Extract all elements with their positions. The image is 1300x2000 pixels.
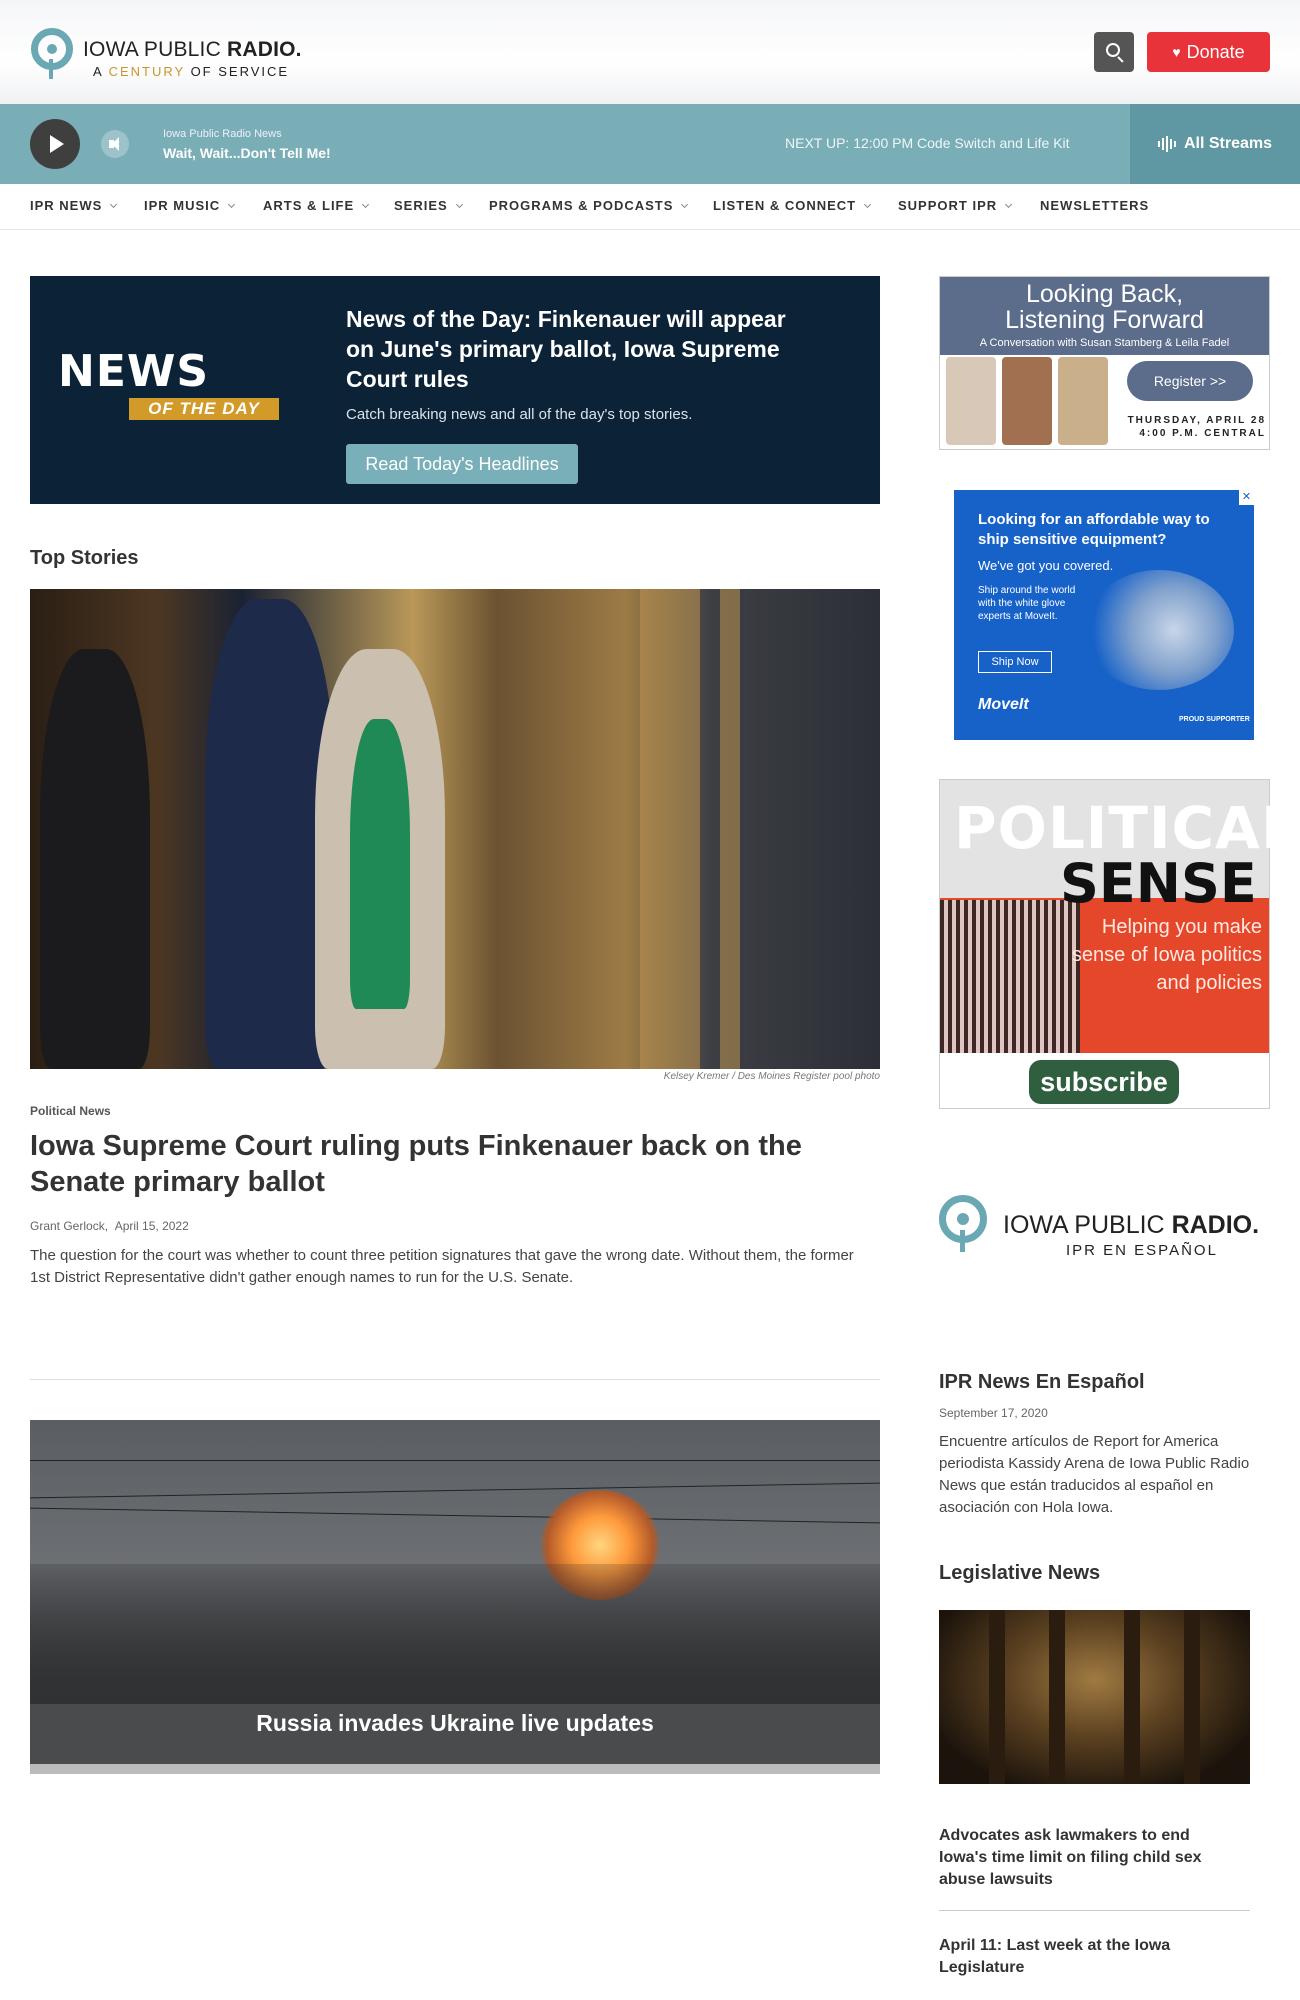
proud-supporter-badge: PROUD SUPPORTER — [1179, 716, 1250, 723]
speaker-photo — [1002, 357, 1052, 445]
notd-description: Catch breaking news and all of the day's… — [346, 406, 693, 423]
heart-icon: ♥ — [1172, 44, 1181, 60]
moveit-ad-body: Ship around the world with the white glo… — [978, 585, 1076, 622]
event-ad-subtitle: A Conversation with Susan Stamberg & Lei… — [979, 337, 1230, 349]
chevron-down-icon — [362, 200, 370, 209]
news-of-the-day-banner: NEWS OF THE DAY News of the Day: Finkena… — [30, 276, 880, 504]
nav-item-support-ipr[interactable]: SUPPORT IPR — [898, 198, 1013, 213]
legislative-story-link[interactable]: Advocates ask lawmakers to end Iowa's ti… — [939, 1825, 1239, 1891]
political-sense-ad[interactable]: POLITICAL SENSE Helping you make sense o… — [939, 779, 1298, 1109]
donate-label: Donate — [1186, 41, 1245, 62]
legislative-news-image[interactable] — [939, 1610, 1250, 1784]
ipr-en-espanol-logo[interactable]: IOWA PUBLIC RADIO. IPR EN ESPAÑOL — [939, 1195, 1270, 1265]
all-streams-button[interactable]: All Streams — [1130, 104, 1300, 184]
nav-item-listen-connect[interactable]: LISTEN & CONNECT — [713, 198, 872, 213]
nav-item-newsletters[interactable]: NEWSLETTERS — [1040, 198, 1149, 213]
capitol-image — [940, 900, 1080, 1053]
close-icon[interactable]: ✕ — [1239, 490, 1254, 505]
site-logo[interactable]: IOWA PUBLIC RADIO. A CENTURY OF SERVICE — [31, 26, 302, 82]
search-button[interactable] — [1094, 32, 1134, 72]
political-sense-tagline: Helping you make sense of Iowa politics … — [1071, 916, 1262, 994]
ukraine-story-card[interactable]: Russia invades Ukraine live updates — [30, 1420, 880, 1774]
ukraine-story-title[interactable]: Russia invades Ukraine live updates — [30, 1710, 880, 1737]
nav-item-programs-podcasts[interactable]: PROGRAMS & PODCASTS — [489, 198, 689, 213]
story-divider — [30, 1379, 880, 1380]
moveit-logo: MoveIt — [978, 696, 1029, 713]
political-sense-title-2: SENSE — [1060, 852, 1257, 915]
audio-bars-icon — [1157, 136, 1176, 152]
es-story-text: Encuentre artículos de Report for Americ… — [939, 1433, 1250, 1516]
news-of-the-day-logo: NEWS OF THE DAY — [58, 346, 279, 420]
nav-item-series[interactable]: SERIES — [394, 198, 463, 213]
lead-story-date: April 15, 2022 — [114, 1219, 189, 1233]
ship-now-button[interactable]: Ship Now — [978, 651, 1052, 673]
ipr-es-label: IPR EN ESPAÑOL — [1066, 1242, 1218, 1259]
nav-item-ipr-news[interactable]: IPR NEWS — [30, 198, 118, 213]
logo-title: IOWA PUBLIC RADIO. — [83, 38, 302, 61]
chevron-down-icon — [1005, 200, 1013, 209]
now-playing-station: Iowa Public Radio News — [163, 128, 282, 140]
register-button[interactable]: Register >> — [1127, 361, 1253, 401]
nav-item-arts-life[interactable]: ARTS & LIFE — [263, 198, 370, 213]
lead-photo-credit: Kelsey Kremer / Des Moines Register pool… — [663, 1071, 880, 1082]
top-stories-heading: Top Stories — [30, 547, 139, 569]
logo-tagline: A CENTURY OF SERVICE — [93, 64, 290, 79]
chevron-down-icon — [110, 200, 118, 209]
es-story-date: September 17, 2020 — [939, 1406, 1048, 1420]
now-playing-show[interactable]: Wait, Wait...Don't Tell Me! — [163, 145, 331, 161]
lead-story-image[interactable] — [30, 589, 880, 1069]
ipr-logo-icon — [31, 28, 73, 79]
event-ad-title-2: Listening Forward — [1005, 306, 1204, 334]
moveit-ad[interactable]: ✕ Looking for an affordable way to ship … — [954, 490, 1254, 740]
read-headlines-button[interactable]: Read Today's Headlines — [346, 444, 578, 484]
event-ad-title-1: Looking Back, — [1025, 280, 1184, 308]
search-icon — [1106, 43, 1120, 57]
donate-button[interactable]: ♥ Donate — [1147, 32, 1270, 72]
event-date: THURSDAY, APRIL 28 4:00 P.M. CENTRAL — [1127, 415, 1266, 439]
play-icon[interactable] — [30, 119, 80, 169]
event-ad[interactable]: Looking Back, Listening Forward A Conver… — [939, 276, 1270, 450]
notd-logo-of-the-day: OF THE DAY — [129, 398, 279, 420]
chevron-down-icon — [228, 200, 236, 209]
subscribe-button[interactable]: subscribe — [1029, 1060, 1179, 1104]
lead-story-author[interactable]: Grant Gerlock — [30, 1219, 105, 1233]
site-header: IOWA PUBLIC RADIO. A CENTURY OF SERVICE … — [0, 0, 1300, 104]
volume-icon[interactable] — [101, 130, 129, 158]
legislative-news-heading[interactable]: Legislative News — [939, 1562, 1100, 1585]
notd-headline[interactable]: News of the Day: Finkenauer will appear … — [346, 304, 816, 394]
chevron-down-icon — [455, 200, 463, 209]
speaker-photo — [1058, 357, 1108, 445]
lead-story-teaser: The question for the court was whether t… — [30, 1247, 854, 1286]
legislative-divider — [939, 1910, 1250, 1911]
lead-story-category[interactable]: Political News — [30, 1104, 111, 1118]
all-streams-label: All Streams — [1183, 135, 1273, 152]
main-nav: IPR NEWS IPR MUSIC ARTS & LIFE SERIES PR… — [0, 184, 1300, 230]
chevron-down-icon — [681, 200, 689, 209]
equipment-image — [1084, 570, 1234, 690]
moveit-ad-headline: Looking for an affordable way to ship se… — [978, 511, 1210, 548]
lead-story-title[interactable]: Iowa Supreme Court ruling puts Finkenaue… — [30, 1128, 830, 1200]
es-story-title[interactable]: IPR News En Español — [939, 1371, 1145, 1394]
ipr-logo-icon — [939, 1195, 987, 1252]
audio-player-bar: Iowa Public Radio News Wait, Wait...Don'… — [0, 104, 1300, 184]
speaker-photo — [946, 357, 996, 445]
chevron-down-icon — [864, 200, 872, 209]
next-up-text: NEXT UP: 12:00 PM Code Switch and Life K… — [785, 135, 1070, 151]
lead-story-byline: Grant Gerlock, April 15, 2022 — [30, 1219, 189, 1233]
nav-item-ipr-music[interactable]: IPR MUSIC — [144, 198, 236, 213]
legislative-story-link[interactable]: April 11: Last week at the Iowa Legislat… — [939, 1935, 1239, 1979]
notd-logo-news: NEWS — [58, 346, 210, 397]
moveit-ad-sub: We've got you covered. — [978, 558, 1114, 573]
